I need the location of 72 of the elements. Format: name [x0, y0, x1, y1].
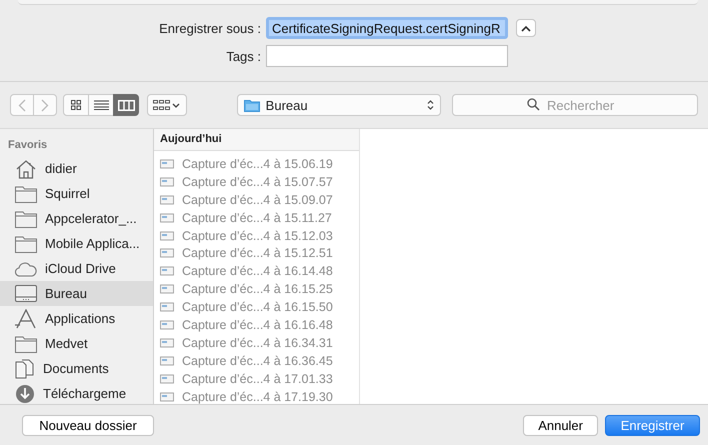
file-row[interactable]: Capture d’éc...4 à 15.12.03	[154, 226, 359, 244]
sidebar-item[interactable]: Bureau	[0, 281, 153, 306]
columns-icon	[118, 100, 134, 110]
screenshot-file-icon	[160, 265, 174, 278]
grid-icon	[71, 100, 81, 110]
folder-icon	[15, 334, 37, 352]
screenshot-file-icon	[160, 247, 174, 260]
column-header: Aujourd’hui	[154, 129, 359, 151]
save-button[interactable]: Enregistrer	[605, 414, 700, 436]
screenshot-file-icon	[160, 283, 174, 296]
chevron-up-icon	[521, 24, 531, 32]
updown-chevron-icon	[427, 99, 434, 111]
screenshot-file-icon	[160, 230, 174, 242]
expand-button[interactable]	[516, 19, 536, 37]
icon-view-button[interactable]	[63, 94, 89, 116]
arrange-grid-icon	[152, 100, 181, 110]
column-view-button[interactable]	[113, 94, 139, 116]
screenshot-file-icon	[160, 194, 174, 206]
cloud-icon	[15, 260, 37, 276]
list-view-button[interactable]	[88, 94, 114, 116]
file-row[interactable]: Capture d’éc...4 à 15.07.57	[154, 172, 359, 191]
folder-icon	[244, 98, 260, 112]
location-dropdown[interactable]: Bureau	[236, 94, 441, 116]
sidebar-item[interactable]: Mobile Applica...	[0, 231, 153, 256]
file-row[interactable]: Capture d’éc...4 à 17.01.33	[154, 370, 359, 388]
screenshot-file-icon	[160, 336, 174, 349]
sidebar-item[interactable]: Applications	[0, 306, 153, 331]
list-icon	[94, 100, 108, 110]
screenshot-file-icon	[160, 354, 174, 367]
file-row[interactable]: Capture d’éc...4 à 16.14.48	[154, 262, 359, 280]
screenshot-file-icon	[160, 176, 174, 188]
house-icon	[15, 158, 37, 178]
folder-icon	[15, 234, 37, 252]
file-row[interactable]: Capture d’éc...4 à 16.34.31	[154, 334, 359, 352]
arrange-button[interactable]	[147, 94, 187, 116]
save-as-label: Enregistrer sous :	[158, 20, 262, 36]
file-row[interactable]: Capture d’éc...4 à 15.11.27	[154, 208, 359, 227]
folder-icon	[15, 210, 37, 228]
file-row[interactable]: Capture d’éc...4 à 15.06.19	[154, 155, 359, 173]
tags-label: Tags :	[225, 48, 262, 64]
search-icon	[527, 98, 540, 111]
sidebar-item[interactable]: Appcelerator_...	[0, 206, 153, 231]
screenshot-file-icon	[160, 301, 174, 314]
file-row[interactable]: Capture d’éc...4 à 15.12.51	[154, 244, 359, 262]
filename-field[interactable]: CertificateSigningRequest.certSigningR	[266, 17, 508, 39]
new-folder-button[interactable]: Nouveau dossier	[22, 414, 154, 436]
file-row[interactable]: Capture d’éc...4 à 17.19.30	[154, 388, 359, 404]
file-row[interactable]: Capture d’éc...4 à 16.36.45	[154, 352, 359, 370]
chevron-left-icon	[18, 98, 26, 112]
sidebar-item[interactable]: Squirrel	[0, 181, 153, 206]
desktop-icon	[15, 285, 37, 302]
sidebar-item[interactable]: Documents	[0, 356, 153, 381]
sidebar-item[interactable]: Medvet	[0, 331, 153, 356]
sidebar-heading: Favoris	[7, 139, 48, 153]
screenshot-file-icon	[160, 212, 174, 224]
search-field[interactable]: Rechercher	[452, 94, 698, 116]
sidebar-item[interactable]: Téléchargeme	[0, 381, 153, 404]
screenshot-file-icon	[160, 318, 174, 331]
folder-icon	[15, 184, 37, 202]
sidebar-item[interactable]: iCloud Drive	[0, 256, 153, 281]
file-row[interactable]: Capture d’éc...4 à 16.15.50	[154, 298, 359, 316]
cancel-button[interactable]: Annuler	[523, 414, 598, 436]
sidebar-item[interactable]: didier	[0, 156, 153, 181]
apps-icon	[15, 308, 37, 328]
chevron-right-icon	[41, 98, 49, 112]
screenshot-file-icon	[160, 158, 174, 170]
file-row[interactable]: Capture d’éc...4 à 16.16.48	[154, 316, 359, 334]
file-row[interactable]: Capture d’éc...4 à 15.09.07	[154, 190, 359, 209]
documents-icon	[15, 358, 35, 378]
file-row[interactable]: Capture d’éc...4 à 16.15.25	[154, 280, 359, 298]
screenshot-file-icon	[160, 372, 174, 385]
tags-field[interactable]	[266, 45, 508, 67]
